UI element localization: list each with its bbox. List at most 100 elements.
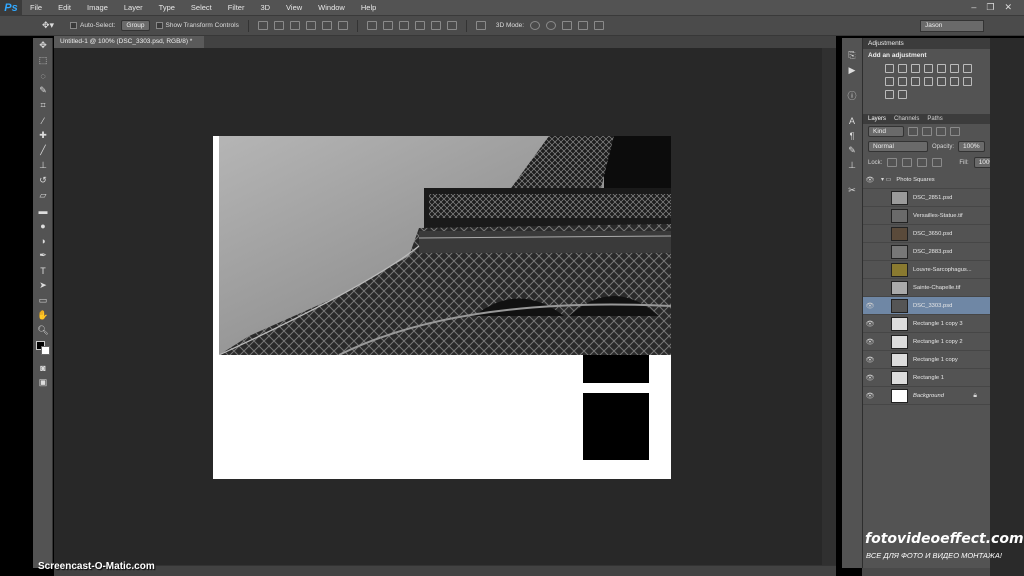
align-hcenter-icon[interactable]	[321, 21, 332, 30]
blend-mode-dropdown[interactable]: Normal	[868, 141, 928, 152]
minimize-button[interactable]: –	[971, 2, 976, 13]
distribute-hcenter-icon[interactable]	[430, 21, 441, 30]
color-swatches[interactable]	[33, 338, 53, 360]
folder-icon[interactable]: ▾ ▭	[881, 176, 891, 183]
photo-filter-icon[interactable]	[898, 77, 907, 86]
3d-drag-icon[interactable]	[562, 21, 573, 30]
eye-icon[interactable]: 👁︎	[863, 338, 877, 346]
path-select-tool-icon[interactable]: ➤	[33, 278, 53, 293]
distribute-vcenter-icon[interactable]	[382, 21, 393, 30]
opacity-input[interactable]: 100%	[958, 141, 985, 152]
brush-panel-icon[interactable]: ✎	[842, 143, 862, 158]
crop-tool-icon[interactable]: ⌗	[33, 98, 53, 113]
3d-rotate-icon[interactable]	[530, 21, 541, 30]
character-panel-icon[interactable]: A	[842, 113, 862, 128]
eye-icon[interactable]: 👁︎	[863, 302, 877, 310]
menu-type[interactable]: Type	[151, 0, 183, 16]
threshold-icon[interactable]	[963, 77, 972, 86]
paragraph-panel-icon[interactable]: ¶	[842, 128, 862, 143]
vibrance-icon[interactable]	[937, 64, 946, 73]
eye-icon[interactable]: 👁︎	[863, 374, 877, 382]
layer-group-row[interactable]: 👁︎ ▾ ▭ Photo Squares	[863, 171, 991, 189]
auto-select-checkbox[interactable]: Auto-Select:	[70, 22, 115, 29]
zoom-tool-icon[interactable]: 🔍︎	[33, 323, 53, 338]
layer-row[interactable]: 👁︎ Rectangle 1 copy	[863, 351, 991, 369]
menu-3d[interactable]: 3D	[252, 0, 278, 16]
adjustment-filter-icon[interactable]	[922, 127, 932, 136]
menu-view[interactable]: View	[278, 0, 310, 16]
invert-icon[interactable]	[937, 77, 946, 86]
restore-button[interactable]: ❐	[986, 2, 994, 13]
document-tab[interactable]: Untitled-1 @ 100% (DSC_3303.psd, RGB/8) …	[54, 36, 204, 48]
levels-icon[interactable]	[898, 64, 907, 73]
menu-filter[interactable]: Filter	[220, 0, 253, 16]
lock-position-icon[interactable]	[917, 158, 928, 167]
distribute-top-icon[interactable]	[366, 21, 377, 30]
info-panel-icon[interactable]: ⓘ	[842, 88, 862, 103]
tab-layers[interactable]: Layers	[868, 114, 886, 124]
eraser-tool-icon[interactable]: ▱	[33, 188, 53, 203]
quick-mask-icon[interactable]: ◙	[33, 360, 53, 375]
layer-row[interactable]: Sainte-Chapelle.tif	[863, 279, 991, 297]
type-tool-icon[interactable]: T	[33, 263, 53, 278]
workspace-dropdown[interactable]: Jason	[920, 20, 984, 32]
hue-saturation-icon[interactable]	[950, 64, 959, 73]
shape-filter-icon[interactable]	[950, 127, 960, 136]
kind-filter-dropdown[interactable]: Kind	[868, 126, 904, 137]
menu-help[interactable]: Help	[353, 0, 384, 16]
color-lookup-icon[interactable]	[924, 77, 933, 86]
menu-file[interactable]: File	[22, 0, 50, 16]
gradient-tool-icon[interactable]: ▬	[33, 203, 53, 218]
align-vcenter-icon[interactable]	[273, 21, 284, 30]
move-tool-icon[interactable]: ✥▾	[42, 20, 54, 31]
type-filter-icon[interactable]	[936, 127, 946, 136]
tab-paths[interactable]: Paths	[927, 114, 942, 124]
align-left-icon[interactable]	[305, 21, 316, 30]
gradient-map-icon[interactable]	[885, 90, 894, 99]
blur-tool-icon[interactable]: ●	[33, 218, 53, 233]
channel-mixer-icon[interactable]	[911, 77, 920, 86]
align-top-icon[interactable]	[257, 21, 268, 30]
posterize-icon[interactable]	[950, 77, 959, 86]
dodge-tool-icon[interactable]: ◑	[33, 233, 53, 248]
pen-tool-icon[interactable]: ✒	[33, 248, 53, 263]
layer-row[interactable]: 👁︎ Rectangle 1 copy 3	[863, 315, 991, 333]
menu-select[interactable]: Select	[183, 0, 220, 16]
rectangle-1-copy-2[interactable]	[583, 393, 649, 460]
black-white-icon[interactable]	[885, 77, 894, 86]
lock-all-icon[interactable]	[932, 158, 943, 167]
move-tool-icon[interactable]: ✥	[33, 38, 53, 53]
tools-presets-icon[interactable]: ✂	[842, 183, 862, 198]
adjustments-tab[interactable]: Adjustments	[863, 38, 990, 49]
align-right-icon[interactable]	[337, 21, 348, 30]
distribute-left-icon[interactable]	[414, 21, 425, 30]
layer-row[interactable]: Versailles-Statue.tif	[863, 207, 991, 225]
layer-row[interactable]: Louvre-Sarcophagus...	[863, 261, 991, 279]
menu-window[interactable]: Window	[310, 0, 353, 16]
background-color-swatch[interactable]	[41, 346, 50, 355]
menu-edit[interactable]: Edit	[50, 0, 79, 16]
rectangle-1-copy-3[interactable]	[583, 355, 649, 383]
eye-icon[interactable]: 👁︎	[863, 356, 877, 364]
brightness-icon[interactable]	[885, 64, 894, 73]
selective-color-icon[interactable]	[898, 90, 907, 99]
clone-stamp-tool-icon[interactable]: ⊥	[33, 158, 53, 173]
3d-roll-icon[interactable]	[546, 21, 557, 30]
history-brush-tool-icon[interactable]: ↺	[33, 173, 53, 188]
eiffel-tower-photo[interactable]	[219, 136, 671, 355]
marquee-tool-icon[interactable]: ⬚	[33, 53, 53, 68]
layer-row[interactable]: DSC_2883.psd	[863, 243, 991, 261]
close-button[interactable]: ✕	[1004, 2, 1012, 13]
lock-transparent-icon[interactable]	[887, 158, 898, 167]
screen-mode-icon[interactable]: ▣	[33, 375, 53, 390]
layer-row[interactable]: DSC_2851.psd	[863, 189, 991, 207]
3d-slide-icon[interactable]	[578, 21, 589, 30]
curves-icon[interactable]	[911, 64, 920, 73]
align-bottom-icon[interactable]	[289, 21, 300, 30]
eyedropper-tool-icon[interactable]: ⁄	[33, 113, 53, 128]
hand-tool-icon[interactable]: ✋	[33, 308, 53, 323]
layer-row-background[interactable]: 👁︎ Background 🔒︎	[863, 387, 991, 405]
actions-panel-icon[interactable]: ▶	[842, 63, 862, 78]
eye-icon[interactable]: 👁︎	[863, 176, 877, 184]
exposure-icon[interactable]	[924, 64, 933, 73]
